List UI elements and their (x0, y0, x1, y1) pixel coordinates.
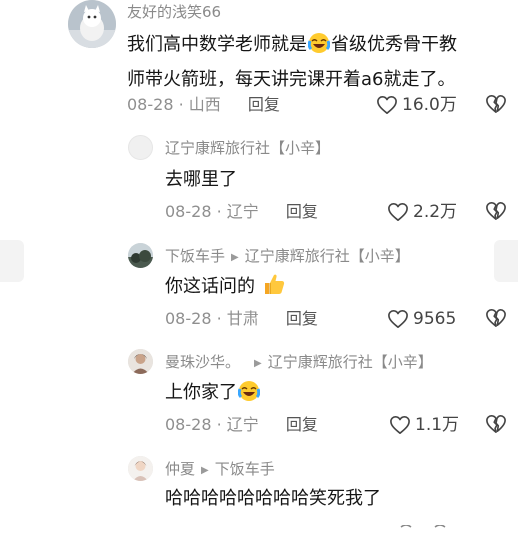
right-edge-tab (494, 240, 518, 282)
reply-author[interactable]: 仲夏 (165, 460, 195, 478)
reply-author[interactable]: 下饭车手 (165, 247, 225, 265)
reply-text-part: 上你家了 (165, 382, 237, 403)
reply-button[interactable]: 回复 (248, 95, 280, 114)
reply-meta: 08-28 · 辽宁 回复 (165, 202, 318, 221)
reply-meta: 08-28 · 辽宁 回复 (165, 415, 318, 434)
reply-text: 去哪里了 (165, 169, 237, 190)
like-button[interactable]: 9565 (387, 308, 456, 330)
left-edge-tab (0, 240, 24, 282)
reply-to-user[interactable]: 下饭车手 (215, 460, 275, 478)
laugh-cry-emoji (307, 32, 331, 64)
comment-meta: 08-28 · 山西 回复 (127, 95, 280, 114)
reply-location: 甘肃 (226, 309, 259, 328)
triangle-right-icon: ▶ (231, 252, 239, 263)
reply-date: 08-28 (165, 309, 212, 328)
reply-button[interactable]: 回复 (286, 415, 318, 434)
comment-text-part: 师带火箭班，每天讲完课开着a6就走了。 (127, 69, 456, 90)
reply-username: 下饭车手 ▶ 辽宁康辉旅行社【小辛】 (165, 246, 410, 268)
heart-outline-icon (377, 96, 397, 114)
heart-outline-icon (390, 416, 410, 434)
triangle-right-icon: ▶ (254, 358, 262, 369)
like-count: 9565 (413, 309, 457, 329)
cut-off-action-icons (395, 516, 455, 528)
reply-text: 哈哈哈哈哈哈哈哈笑死我了 (165, 488, 381, 509)
like-count: 2.2万 (413, 202, 458, 222)
comment-text: 我们高中数学老师就是 省级优秀骨干教 师带火箭班，每天讲完课开着a6就走了。 (127, 29, 457, 95)
like-count: 1.1万 (415, 415, 460, 435)
reply-button[interactable]: 回复 (286, 309, 318, 328)
triangle-right-icon: ▶ (201, 465, 209, 476)
heart-outline-icon (388, 310, 408, 328)
broken-heart-icon (486, 202, 506, 220)
comment-username[interactable]: 友好的浅笑66 (127, 2, 221, 22)
comment-location: 山西 (188, 95, 221, 114)
reply-username[interactable]: 辽宁康辉旅行社【小辛】 (165, 138, 330, 158)
comment-text-part: 我们高中数学老师就是 (127, 34, 307, 55)
reply-username: 曼珠沙华。 ▶ 辽宁康辉旅行社【小辛】 (165, 352, 433, 374)
dislike-button[interactable] (485, 94, 507, 118)
like-button[interactable]: 16.0万 (376, 94, 457, 116)
avatar[interactable] (68, 0, 116, 48)
reply-text: 你这话问的 (165, 271, 287, 306)
heart-outline-icon (388, 203, 408, 221)
dislike-button[interactable] (485, 414, 507, 438)
like-button[interactable]: 1.1万 (389, 414, 459, 436)
like-button[interactable]: 2.2万 (387, 201, 457, 223)
thumbs-up-emoji (262, 272, 286, 306)
dislike-button[interactable] (485, 201, 507, 225)
avatar[interactable] (128, 349, 153, 374)
broken-heart-icon (486, 309, 506, 327)
reply-button[interactable]: 回复 (286, 202, 318, 221)
reply-location: 辽宁 (226, 202, 259, 221)
reply-to-user[interactable]: 辽宁康辉旅行社【小辛】 (268, 353, 433, 371)
reply-date: 08-28 (165, 415, 212, 434)
reply-location: 辽宁 (226, 415, 259, 434)
reply-date: 08-28 (165, 202, 212, 221)
dislike-button[interactable] (485, 308, 507, 332)
reply-meta: 08-28 · 甘肃 回复 (165, 309, 318, 328)
avatar[interactable] (128, 456, 153, 481)
reply-text-part: 你这话问的 (165, 276, 255, 297)
broken-heart-icon (486, 95, 506, 113)
broken-heart-icon (486, 415, 506, 433)
comment-date: 08-28 (127, 95, 174, 114)
reply-to-user[interactable]: 辽宁康辉旅行社【小辛】 (245, 247, 410, 265)
avatar[interactable] (128, 135, 153, 160)
like-count: 16.0万 (402, 95, 457, 115)
reply-text: 上你家了 (165, 377, 261, 412)
comment-text-part: 省级优秀骨干教 (331, 34, 457, 55)
laugh-cry-emoji (237, 380, 261, 412)
reply-username: 仲夏 ▶ 下饭车手 (165, 459, 275, 481)
reply-author[interactable]: 曼珠沙华。 (165, 353, 240, 371)
avatar[interactable] (128, 243, 153, 268)
